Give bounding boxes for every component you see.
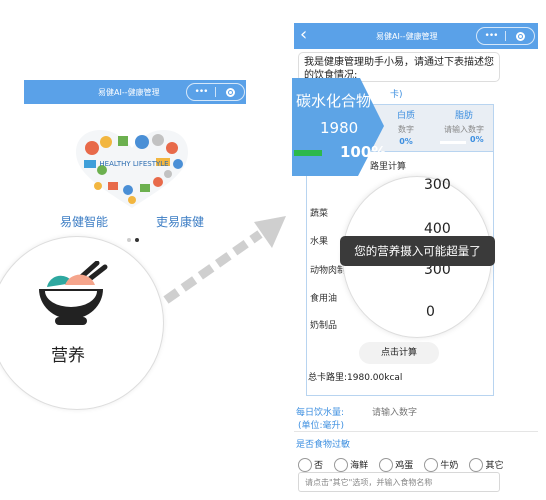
- right-navbar: ‹ 易健AI--健康管理 •••: [294, 23, 538, 49]
- allergy-option-label[interactable]: 其它: [485, 461, 503, 471]
- radio-button[interactable]: [334, 457, 349, 472]
- protein-percent: 0%: [399, 137, 413, 146]
- close-miniprogram-icon[interactable]: [216, 87, 244, 97]
- allergy-other-placeholder: 请点击"其它"选项，并输入食物名称: [305, 478, 433, 487]
- slogan-left: 易健智能: [60, 215, 109, 229]
- carb-title: 碳水化合物: [296, 92, 372, 110]
- fat-column: 脂肪 请输入数字 0%: [436, 104, 492, 150]
- right-nav-title: 易健AI--健康管理: [376, 32, 438, 41]
- allergy-other-input[interactable]: 请点击"其它"选项，并输入食物名称: [298, 472, 500, 492]
- food-row-label: 水果: [310, 237, 329, 247]
- allergy-option-label[interactable]: 海鲜: [350, 461, 368, 471]
- allergy-option-label[interactable]: 牛奶: [440, 461, 458, 471]
- fat-title: 脂肪: [454, 111, 473, 121]
- radio-button[interactable]: [469, 457, 484, 472]
- protein-title: 白质: [396, 111, 415, 121]
- radio-button[interactable]: [298, 457, 312, 472]
- transition-arrow-icon: [163, 216, 286, 304]
- total-calories: 总卡路里:1980.00kcal: [308, 373, 403, 383]
- carb-value: 1980: [320, 119, 359, 137]
- fat-input[interactable]: 请输入数字: [436, 124, 492, 135]
- allergy-title: 是否食物过敏: [296, 440, 351, 450]
- allergy-option-label[interactable]: 否: [314, 461, 323, 471]
- calculate-button-label: 点击计算: [380, 348, 417, 358]
- carousel-dot-active[interactable]: [135, 238, 139, 242]
- water-unit: (单位:毫升): [298, 421, 345, 431]
- radio-button[interactable]: [424, 457, 439, 472]
- more-icon[interactable]: •••: [477, 28, 505, 44]
- right-capsule-menu[interactable]: •••: [476, 27, 535, 45]
- divider: [294, 431, 538, 432]
- food-row-label: 奶制品: [310, 321, 338, 331]
- hidden-title-fragment: 卡): [390, 90, 403, 100]
- radio-button[interactable]: [379, 457, 394, 472]
- feature-label: 营养: [51, 346, 85, 366]
- food-input-value[interactable]: 0: [426, 304, 435, 320]
- food-row-label: 蔬菜: [310, 209, 329, 219]
- food-input-value[interactable]: 300: [424, 177, 451, 193]
- food-row-label: 动物肉制: [310, 266, 347, 276]
- protein-input[interactable]: 数字: [380, 124, 432, 135]
- protein-column: 白质 数字 0%: [380, 104, 432, 150]
- left-capsule-menu[interactable]: •••: [186, 83, 245, 101]
- healthy-lifestyle-heart-illustration: HEALTHY LIFESTYLE: [76, 130, 188, 208]
- food-bowl-icon: [39, 261, 108, 325]
- left-nav-title: 易健AI--健康管理: [98, 88, 160, 97]
- food-input-value[interactable]: 400: [424, 221, 451, 237]
- carousel-dot[interactable]: [127, 238, 131, 242]
- water-label: 每日饮水量:: [296, 408, 345, 418]
- carb-progress-fill: [294, 150, 322, 156]
- allergy-options: 否 海鲜 鸡蛋 牛奶 其它: [298, 454, 538, 473]
- calculate-button[interactable]: 点击计算: [359, 342, 439, 364]
- more-icon[interactable]: •••: [187, 84, 215, 100]
- fat-progress: [440, 141, 466, 144]
- left-navbar: 易健AI--健康管理 •••: [24, 80, 246, 104]
- toast-warning: 您的营养摄入可能超量了: [340, 236, 495, 266]
- water-input[interactable]: 请输入数字: [372, 405, 417, 418]
- fat-percent: 0%: [470, 135, 484, 144]
- back-icon[interactable]: ‹: [300, 24, 307, 46]
- heart-text: HEALTHY LIFESTYLE: [99, 160, 168, 168]
- carb-percent: 100%: [340, 143, 387, 161]
- close-miniprogram-icon[interactable]: [506, 31, 534, 41]
- toast-text: 您的营养摄入可能超量了: [354, 244, 481, 258]
- food-row-label: 食用油: [310, 294, 338, 304]
- allergy-option-label[interactable]: 鸡蛋: [395, 461, 413, 471]
- nutrition-feature-circle[interactable]: 营养: [0, 236, 164, 410]
